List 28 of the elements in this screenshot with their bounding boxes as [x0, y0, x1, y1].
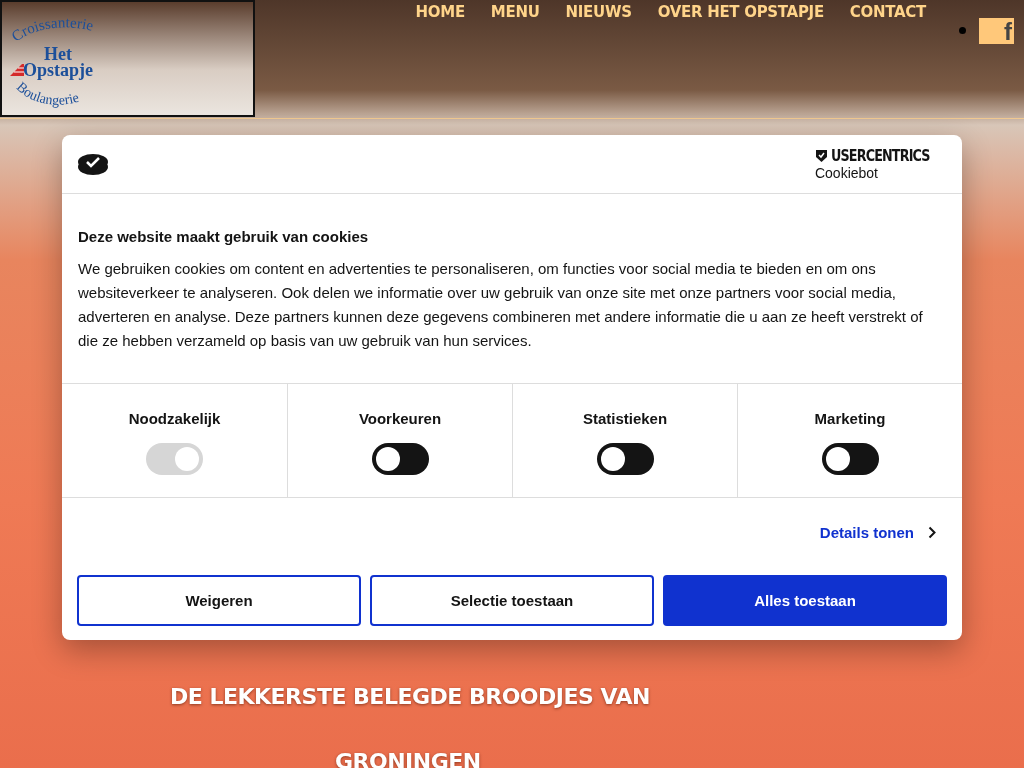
hero-headline: DE LEKKERSTE BELEGDE BROODJES VAN: [170, 684, 650, 709]
nav-link[interactable]: NIEUWS: [565, 3, 632, 21]
brand-subtitle: Cookiebot: [814, 165, 879, 181]
dialog-title: Deze website maakt gebruik van cookies: [78, 228, 370, 245]
chevron-right-icon: [928, 526, 936, 539]
consent-button[interactable]: Weigeren: [77, 575, 361, 626]
nav-link[interactable]: HOME: [415, 3, 465, 21]
brand-name: USERCENTRICS: [830, 147, 930, 165]
details-link[interactable]: Details tonen: [819, 524, 914, 541]
list-bullet: [959, 27, 966, 34]
facebook-button[interactable]: f: [979, 18, 1014, 44]
category-label: Marketing: [814, 410, 886, 427]
toggle-switch[interactable]: [371, 443, 429, 475]
category-label: Noodzakelijk: [128, 410, 221, 427]
allow-all-button[interactable]: Alles toestaan: [663, 575, 947, 626]
shield-icon: [814, 149, 828, 163]
nav-link[interactable]: CONTACT: [849, 3, 926, 21]
toggle-switch[interactable]: [821, 443, 879, 475]
consent-button[interactable]: Selectie toestaan: [370, 575, 654, 626]
logo-top-text: Croissanterie: [8, 14, 96, 45]
category-label: Voorkeuren: [358, 410, 442, 427]
nav-link[interactable]: OVER HET OPSTAPJE: [657, 3, 824, 21]
category-label: Statistieken: [582, 410, 668, 427]
toggle-switch[interactable]: [596, 443, 654, 475]
dialog-text: We gebruiken cookies om content en advertenties te personaliseren, om functies voor social media te bieden en om ons websiteverkeer te analyseren. Ook delen we informatie over uw gebruik van onze site met onze partners voor social media, adverteren en analyse. Deze partners kunnen deze gegevens combineren met andere informatie die u aan ze heeft verstrekt of die ze hebben verzameld op basis van uw gebruik van hun services.: [78, 259, 924, 351]
nav-link[interactable]: MENU: [490, 3, 540, 21]
cookie-check-icon: [77, 152, 109, 176]
stairs-icon: [10, 64, 25, 76]
